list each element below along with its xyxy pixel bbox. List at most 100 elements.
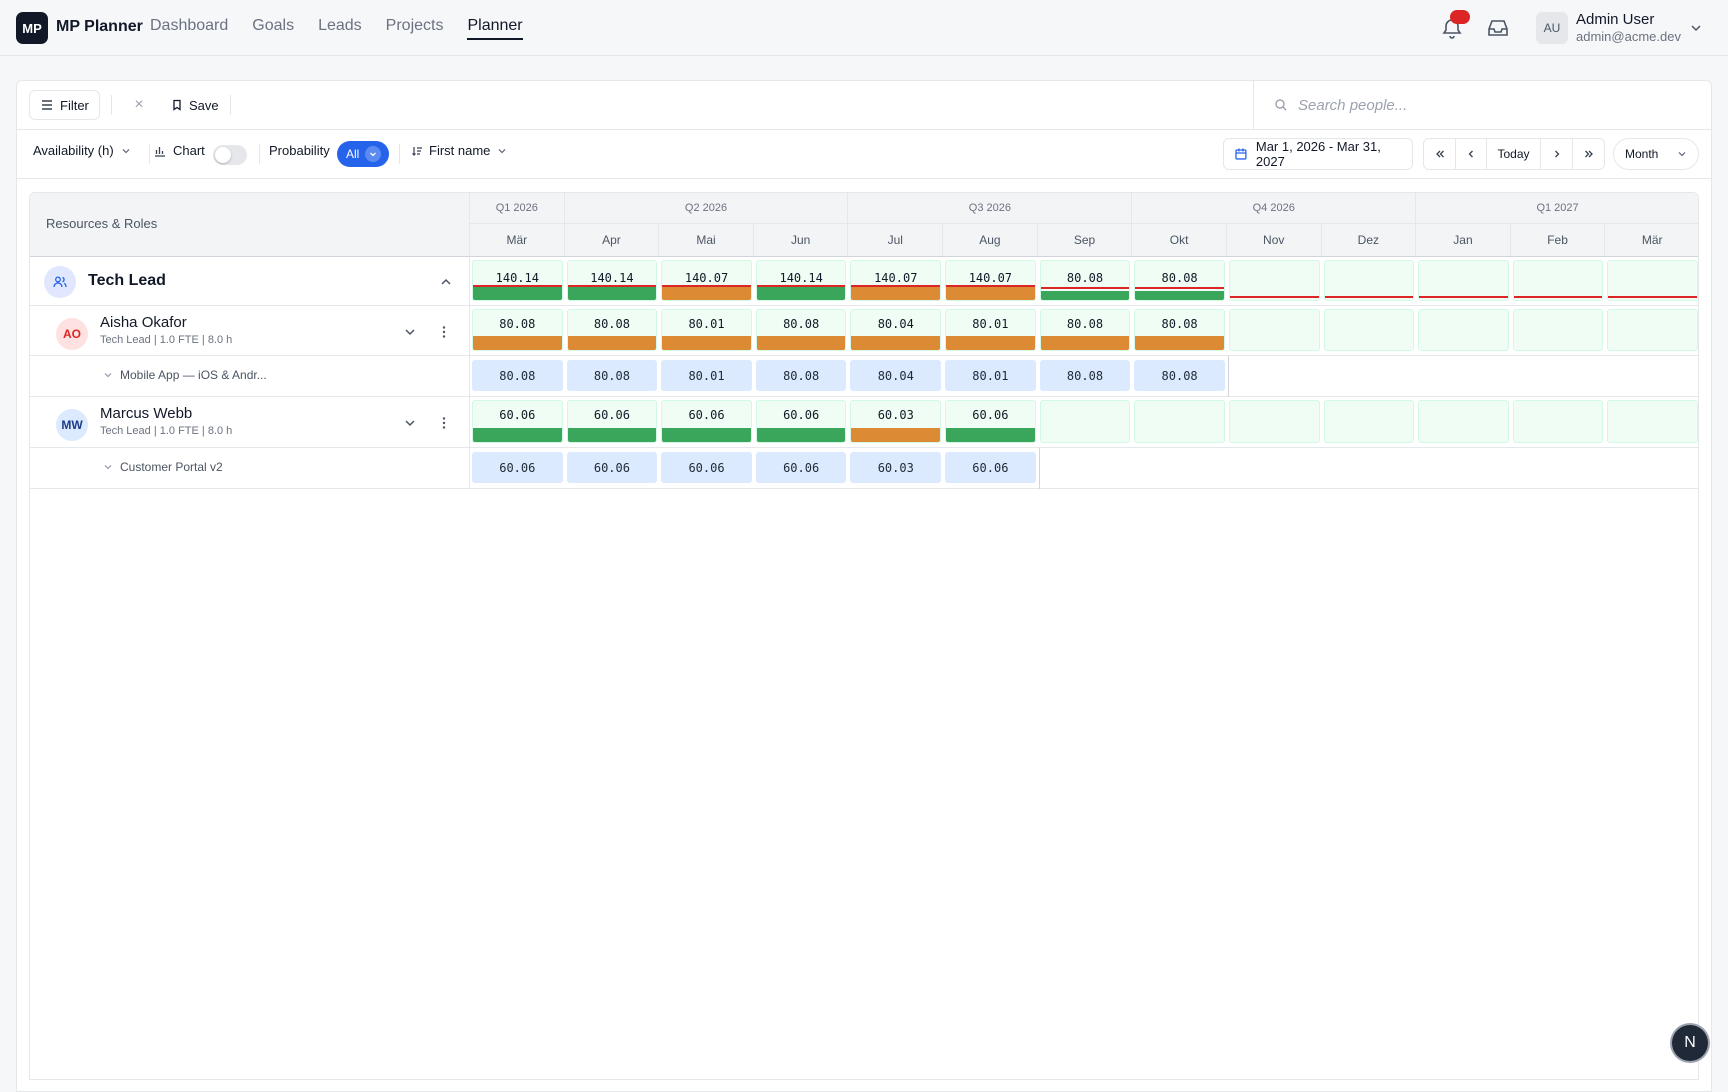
capacity-value: 60.06: [972, 408, 1009, 422]
capacity-cell[interactable]: 80.01: [945, 309, 1036, 351]
avatar[interactable]: MW: [56, 409, 88, 441]
jump-back-button[interactable]: [1424, 139, 1456, 169]
capacity-cell[interactable]: [1607, 400, 1698, 443]
capacity-cell[interactable]: [1039, 400, 1131, 443]
capacity-cell[interactable]: [1607, 309, 1698, 351]
allocation-cell[interactable]: 60.06: [755, 452, 847, 483]
clear-filter-button[interactable]: ×: [129, 95, 149, 115]
date-range-picker[interactable]: Mar 1, 2026 - Mar 31, 2027: [1223, 138, 1413, 170]
allocation-cell[interactable]: 80.08: [566, 360, 658, 391]
capacity-cell[interactable]: [1512, 260, 1604, 301]
avatar[interactable]: AO: [56, 318, 88, 350]
allocation-cell[interactable]: 80.08: [1134, 360, 1225, 391]
sort-dropdown[interactable]: First name: [411, 143, 508, 158]
app-brand[interactable]: MP Planner: [56, 18, 143, 36]
capacity-cell[interactable]: 60.06: [945, 400, 1036, 443]
chevron-down-icon[interactable]: [102, 461, 114, 473]
capacity-cell[interactable]: 80.08: [1134, 309, 1225, 351]
today-button[interactable]: Today: [1487, 139, 1541, 169]
assistant-button[interactable]: N: [1672, 1025, 1708, 1061]
more-vertical-icon[interactable]: [436, 324, 452, 340]
filter-button[interactable]: Filter: [29, 90, 100, 120]
allocation-cell[interactable]: 80.08: [1039, 360, 1131, 391]
nav-leads[interactable]: Leads: [318, 0, 362, 56]
capacity-cell[interactable]: [1323, 309, 1415, 351]
capacity-cell[interactable]: 60.06: [566, 400, 658, 443]
capacity-cell[interactable]: 60.03: [850, 400, 942, 443]
capacity-cell[interactable]: [1512, 400, 1604, 443]
allocation-cell[interactable]: 80.01: [661, 360, 752, 391]
user-name[interactable]: Admin User: [1576, 11, 1654, 28]
next-button[interactable]: [1541, 139, 1573, 169]
capacity-cell[interactable]: [1418, 260, 1509, 301]
allocation-cell[interactable]: 60.03: [850, 452, 942, 483]
project-name[interactable]: Mobile App — iOS & Andr...: [120, 368, 267, 382]
chevron-down-icon[interactable]: [102, 369, 114, 381]
allocation-cell[interactable]: 60.06: [661, 452, 752, 483]
previous-button[interactable]: [1456, 139, 1487, 169]
allocation-cell[interactable]: 80.04: [850, 360, 942, 391]
allocation-cell[interactable]: 80.01: [945, 360, 1036, 391]
quarter-header: Q1 2027: [1416, 193, 1698, 223]
metric-dropdown[interactable]: Availability (h): [33, 143, 132, 158]
capacity-cell[interactable]: [1228, 260, 1320, 301]
capacity-cell[interactable]: [1228, 309, 1320, 351]
project-name[interactable]: Customer Portal v2: [120, 460, 223, 474]
capacity-cell[interactable]: 80.08: [1039, 309, 1131, 351]
capacity-cell[interactable]: [1134, 400, 1225, 443]
chart-toggle[interactable]: [213, 145, 247, 165]
capacity-cell[interactable]: 80.08: [472, 309, 563, 351]
search-input[interactable]: [1298, 96, 1678, 114]
nav-dashboard[interactable]: Dashboard: [150, 0, 228, 56]
capacity-cell[interactable]: 140.14: [566, 260, 658, 301]
inbox-icon[interactable]: [1486, 16, 1510, 40]
chevron-up-icon[interactable]: [438, 274, 454, 290]
save-view-button[interactable]: Save: [171, 95, 219, 115]
nav-goals[interactable]: Goals: [252, 0, 294, 56]
allocation-cell[interactable]: 80.08: [472, 360, 563, 391]
view-mode-select[interactable]: Month: [1613, 138, 1699, 170]
allocation-cell[interactable]: 60.06: [945, 452, 1036, 483]
capacity-cell[interactable]: 80.08: [1134, 260, 1225, 301]
more-vertical-icon[interactable]: [436, 415, 452, 431]
capacity-cell[interactable]: 140.14: [755, 260, 847, 301]
chevron-down-icon[interactable]: [1688, 20, 1704, 36]
nav-projects[interactable]: Projects: [386, 0, 444, 56]
capacity-cell[interactable]: [1418, 400, 1509, 443]
capacity-cell[interactable]: 80.08: [1039, 260, 1131, 301]
allocation-cell[interactable]: 60.06: [472, 452, 563, 483]
capacity-cell[interactable]: [1607, 260, 1698, 301]
person-name[interactable]: Marcus Webb: [100, 405, 192, 422]
capacity-cell[interactable]: 80.04: [850, 309, 942, 351]
capacity-cell[interactable]: 60.06: [472, 400, 563, 443]
allocation-cell[interactable]: 60.06: [566, 452, 658, 483]
capacity-cell[interactable]: 80.08: [566, 309, 658, 351]
availability-bar: [473, 428, 562, 442]
capacity-cell[interactable]: [1323, 400, 1415, 443]
chevron-down-icon[interactable]: [402, 415, 418, 431]
capacity-cell[interactable]: 140.07: [661, 260, 752, 301]
jump-forward-button[interactable]: [1573, 139, 1604, 169]
person-name[interactable]: Aisha Okafor: [100, 314, 187, 331]
capacity-cell[interactable]: [1323, 260, 1415, 301]
capacity-line: [662, 285, 751, 287]
capacity-cell[interactable]: 140.14: [472, 260, 563, 301]
app-logo[interactable]: MP: [16, 12, 48, 44]
capacity-cell[interactable]: 80.01: [661, 309, 752, 351]
capacity-cell[interactable]: 140.07: [850, 260, 942, 301]
probability-select[interactable]: All: [337, 141, 389, 167]
capacity-cell[interactable]: 140.07: [945, 260, 1036, 301]
capacity-cell[interactable]: [1512, 309, 1604, 351]
capacity-cell[interactable]: [1228, 400, 1320, 443]
user-avatar[interactable]: AU: [1536, 12, 1568, 44]
availability-bar: [946, 428, 1035, 442]
capacity-cell[interactable]: 60.06: [661, 400, 752, 443]
capacity-cell[interactable]: 60.06: [755, 400, 847, 443]
month-header: Nov: [1227, 224, 1322, 256]
capacity-cell[interactable]: 80.08: [755, 309, 847, 351]
capacity-cell[interactable]: [1418, 309, 1509, 351]
nav-planner[interactable]: Planner: [467, 0, 523, 56]
allocation-cell[interactable]: 80.08: [755, 360, 847, 391]
chevron-down-icon[interactable]: [402, 324, 418, 340]
capacity-line: [1229, 296, 1319, 298]
